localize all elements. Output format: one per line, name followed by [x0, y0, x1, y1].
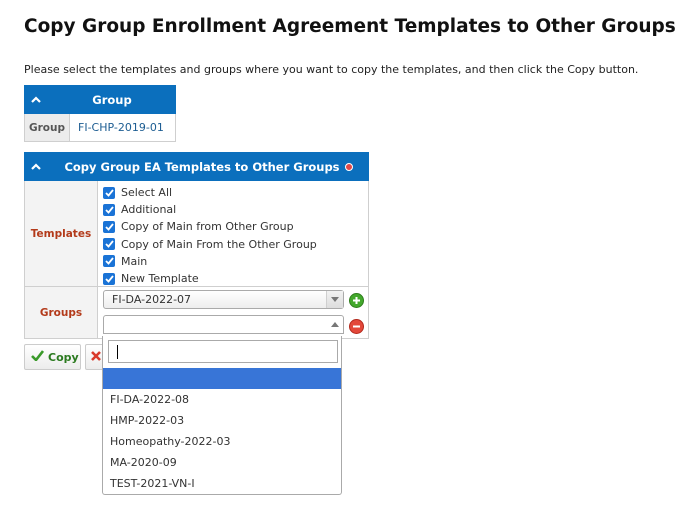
- dropdown-arrow-icon[interactable]: [326, 291, 343, 308]
- cancel-icon: [90, 350, 102, 365]
- dropdown-option[interactable]: TEST-2021-VN-I: [103, 473, 341, 494]
- group-row: Group FI-CHP-2019-01: [24, 114, 176, 142]
- template-checkbox-label: New Template: [121, 272, 199, 286]
- templates-checkbox-list: Select All Additional Copy of Main from Ot…: [103, 184, 317, 287]
- copy-panel-header[interactable]: Copy Group EA Templates to Other Groups: [24, 152, 369, 181]
- template-checkbox-label: Main: [121, 254, 148, 268]
- checkmark-icon: [31, 350, 45, 364]
- template-checkbox-label: Copy of Main from Other Group: [121, 220, 294, 234]
- plus-icon: [353, 297, 360, 304]
- dropdown-option[interactable]: [103, 368, 341, 389]
- copy-panel-title-wrap: Copy Group EA Templates to Other Groups: [48, 160, 369, 174]
- dropdown-option[interactable]: Homeopathy-2022-03: [103, 431, 341, 452]
- template-checkbox-label: Copy of Main From the Other Group: [121, 237, 317, 251]
- template-checkbox-label: Select All: [121, 186, 173, 200]
- chevron-up-icon[interactable]: [24, 96, 48, 103]
- checkbox-checked-icon[interactable]: [103, 255, 115, 268]
- page-title: Copy Group Enrollment Agreement Template…: [24, 16, 676, 37]
- add-group-button[interactable]: [349, 293, 364, 308]
- template-checkbox-item[interactable]: Additional: [103, 201, 317, 218]
- minus-icon: [353, 325, 360, 328]
- dropdown-options-list: FI-DA-2022-08 HMP-2022-03 Homeopathy-2022-…: [103, 368, 341, 494]
- remove-group-button[interactable]: [349, 319, 364, 334]
- group-panel-title: Group: [92, 92, 132, 107]
- dropdown-search-input[interactable]: [108, 340, 338, 363]
- dropdown-option[interactable]: MA-2020-09: [103, 452, 341, 473]
- dropdown-option[interactable]: FI-DA-2022-08: [103, 389, 341, 410]
- group-panel-header[interactable]: Group: [24, 85, 176, 114]
- groups-row: Groups FI-DA-2022-07: [25, 287, 368, 338]
- templates-row: Templates Select All Additional Copy of Ma…: [25, 181, 368, 287]
- group-select-1[interactable]: FI-DA-2022-07: [103, 290, 344, 309]
- group-row-value: FI-CHP-2019-01: [78, 121, 164, 134]
- checkbox-checked-icon[interactable]: [103, 203, 115, 216]
- template-checkbox-item[interactable]: Copy of Main from Other Group: [103, 218, 317, 235]
- template-checkbox-item[interactable]: Select All: [103, 184, 317, 201]
- group-select-1-value: FI-DA-2022-07: [112, 293, 192, 306]
- template-checkbox-label: Additional: [121, 203, 177, 217]
- group-row-label: Group: [25, 114, 70, 141]
- required-indicator-icon: [344, 163, 353, 171]
- text-cursor: [117, 345, 118, 359]
- checkbox-checked-icon[interactable]: [103, 220, 115, 233]
- checkbox-checked-icon[interactable]: [103, 272, 115, 285]
- template-checkbox-item[interactable]: Main: [103, 253, 317, 270]
- groups-label: Groups: [25, 287, 98, 338]
- dropdown-arrow-up-icon[interactable]: [327, 316, 343, 333]
- group-select-2[interactable]: [103, 315, 344, 334]
- copy-button[interactable]: Copy: [24, 344, 81, 370]
- template-checkbox-item[interactable]: New Template: [103, 270, 317, 287]
- templates-label: Templates: [25, 181, 98, 286]
- checkbox-checked-icon[interactable]: [103, 238, 115, 251]
- copy-panel-body: Templates Select All Additional Copy of Ma…: [24, 181, 369, 339]
- copy-panel-title: Copy Group EA Templates to Other Groups: [64, 159, 340, 174]
- chevron-up-icon[interactable]: [24, 163, 48, 170]
- copy-button-label: Copy: [48, 350, 79, 364]
- instructions-text: Please select the templates and groups w…: [24, 63, 639, 76]
- group-dropdown-panel: FI-DA-2022-08 HMP-2022-03 Homeopathy-2022-…: [102, 336, 342, 495]
- checkbox-checked-icon[interactable]: [103, 186, 115, 199]
- dropdown-option[interactable]: HMP-2022-03: [103, 410, 341, 431]
- template-checkbox-item[interactable]: Copy of Main From the Other Group: [103, 236, 317, 253]
